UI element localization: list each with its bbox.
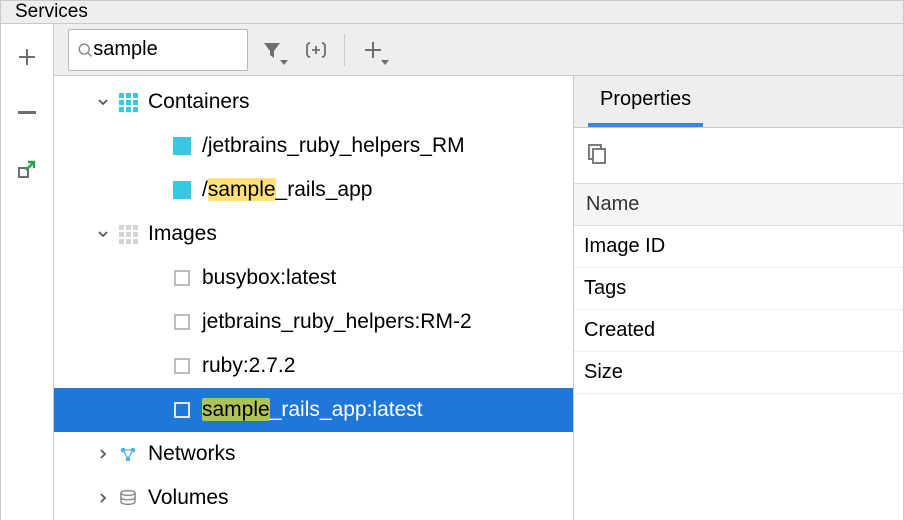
property-row[interactable]: Image ID <box>574 226 903 268</box>
network-icon <box>118 444 138 464</box>
tree-node-image[interactable]: sample_rails_app:latest <box>54 388 573 432</box>
tree-node-images[interactable]: Images <box>54 212 573 256</box>
services-tree[interactable]: Containers /jetbrains_ruby_helpers_RM /s… <box>54 76 573 520</box>
property-row[interactable]: Created <box>574 310 903 352</box>
containers-icon <box>118 92 138 112</box>
tree-node-container[interactable]: /sample_rails_app <box>54 168 573 212</box>
properties-column-header: Name <box>574 184 903 226</box>
tab-properties[interactable]: Properties <box>588 75 703 127</box>
property-row[interactable]: Tags <box>574 268 903 310</box>
content-area: Containers /jetbrains_ruby_helpers_RM /s… <box>54 24 903 520</box>
chevron-right-icon[interactable] <box>96 491 110 505</box>
tree-node-image[interactable]: ruby:2.7.2 <box>54 344 573 388</box>
panel-title: Services <box>15 1 88 23</box>
container-running-icon <box>172 136 192 156</box>
tree-node-image[interactable]: jetbrains_ruby_helpers:RM-2 <box>54 300 573 344</box>
node-label: /sample_rails_app <box>202 178 372 202</box>
properties-panel: Properties Name Image ID Tags Created Si… <box>573 76 903 520</box>
node-label: Volumes <box>148 486 229 510</box>
chevron-down-icon <box>280 60 288 65</box>
tree-node-containers[interactable]: Containers <box>54 80 573 124</box>
filter-button[interactable] <box>250 29 294 71</box>
add-service-button[interactable] <box>351 29 395 71</box>
chevron-down-icon <box>381 60 389 65</box>
node-label: Networks <box>148 442 236 466</box>
panel-titlebar: Services <box>0 0 904 24</box>
search-icon <box>77 41 93 59</box>
node-label: sample_rails_app:latest <box>202 398 423 422</box>
node-label: ruby:2.7.2 <box>202 354 295 378</box>
main-area: Containers /jetbrains_ruby_helpers_RM /s… <box>0 24 904 520</box>
container-running-icon <box>172 180 192 200</box>
expand-all-button[interactable] <box>294 29 338 71</box>
toolbar <box>54 24 903 76</box>
action-gutter <box>1 24 54 520</box>
chevron-right-icon[interactable] <box>96 447 110 461</box>
search-input[interactable] <box>93 38 241 61</box>
property-row[interactable]: Size <box>574 352 903 394</box>
chevron-down-icon[interactable] <box>96 227 110 241</box>
image-icon <box>172 268 192 288</box>
node-label: Images <box>148 222 217 246</box>
bracket-expand-icon <box>304 40 328 60</box>
search-box[interactable] <box>68 29 248 71</box>
node-label: /jetbrains_ruby_helpers_RM <box>202 134 465 158</box>
open-external-icon[interactable] <box>16 158 38 180</box>
properties-toolbar <box>574 128 903 184</box>
copy-icon[interactable] <box>586 142 608 170</box>
node-label: busybox:latest <box>202 266 336 290</box>
tree-node-container[interactable]: /jetbrains_ruby_helpers_RM <box>54 124 573 168</box>
add-button[interactable] <box>16 46 38 68</box>
volumes-icon <box>118 488 138 508</box>
tree-node-networks[interactable]: Networks <box>54 432 573 476</box>
node-label: Containers <box>148 90 250 114</box>
images-icon <box>118 224 138 244</box>
properties-tabstrip: Properties <box>574 76 903 128</box>
tree-properties-split: Containers /jetbrains_ruby_helpers_RM /s… <box>54 76 903 520</box>
image-icon <box>172 356 192 376</box>
chevron-down-icon[interactable] <box>96 95 110 109</box>
image-icon <box>172 400 192 420</box>
remove-button[interactable] <box>16 102 38 124</box>
tree-node-volumes[interactable]: Volumes <box>54 476 573 520</box>
node-label: jetbrains_ruby_helpers:RM-2 <box>202 310 472 334</box>
plus-icon <box>364 41 382 59</box>
separator <box>344 34 345 66</box>
image-icon <box>172 312 192 332</box>
tree-node-image[interactable]: busybox:latest <box>54 256 573 300</box>
filter-icon <box>262 40 282 60</box>
